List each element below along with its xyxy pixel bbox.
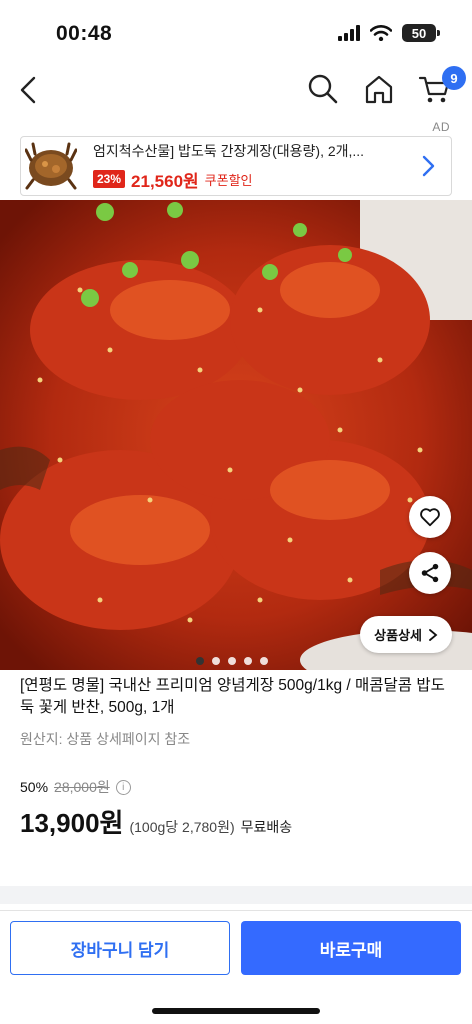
status-time: 00:48 [56,22,113,45]
wifi-icon [370,25,392,41]
carousel-dot [260,657,268,665]
price-meta: 50% 28,000원 i [20,777,456,797]
carousel-dot [212,657,220,665]
original-price: 28,000원 [54,779,110,795]
carousel-dot [228,657,236,665]
status-bar: 00:48 50 [0,0,472,64]
ad-discount-badge: 23% [93,170,126,188]
product-detail-label: 상품상세 [374,628,422,643]
wishlist-button[interactable] [409,496,451,538]
product-image [0,200,472,670]
home-icon[interactable] [362,72,396,106]
chevron-right-icon [422,155,435,177]
product-info: [연평도 명물] 국내산 프리미엄 양념게장 500g/1kg / 매콤달콤 밥… [20,675,456,840]
signal-icon [338,25,360,41]
product-detail-button[interactable]: 상품상세 [360,616,452,653]
ad-coupon-label: 쿠폰할인 [204,172,253,188]
battery-icon: 50 [402,24,440,42]
ad-product-image [25,142,77,190]
add-to-cart-button[interactable]: 장바구니 담기 [10,921,230,975]
home-indicator [152,1008,320,1014]
ad-banner[interactable]: 엄지척수산물] 밥도둑 간장게장(대용량), 2개,... 23% 21,560… [20,136,452,196]
product-image-carousel[interactable]: 상품상세 [0,200,472,670]
cart-button[interactable]: 9 [418,66,466,106]
price-row: 13,900원 (100g당 2,780원) 무료배송 [20,803,456,840]
share-icon [421,563,439,583]
share-button[interactable] [409,552,451,594]
info-icon[interactable]: i [115,779,131,795]
bottom-action-bar: 장바구니 담기 바로구매 [0,910,472,1024]
cart-count-badge: 9 [442,66,466,90]
search-icon[interactable] [306,72,340,106]
product-title: [연평도 명물] 국내산 프리미엄 양념게장 500g/1kg / 매콤달콤 밥… [20,677,445,716]
discount-rate: 50% [20,779,49,795]
ad-label: AD [432,120,450,134]
chevron-right-icon [429,628,438,641]
unit-price: (100g당 2,780원) [129,819,235,835]
top-nav: 9 [0,64,472,120]
back-arrow-icon[interactable] [14,74,46,106]
ad-price: 21,560원 [131,171,199,191]
status-icons: 50 [338,24,440,42]
ad-title: 엄지척수산물] 밥도둑 간장게장(대용량), 2개,... [93,142,365,159]
carousel-dot [244,657,252,665]
buy-now-button[interactable]: 바로구매 [241,921,461,975]
heart-icon [420,508,440,527]
section-divider [0,886,472,904]
shipping-info: 무료배송 [240,819,293,835]
carousel-dot [196,657,204,665]
product-origin: 원산지: 상품 상세페이지 참조 [20,731,191,747]
sale-price: 13,900원 [20,808,124,838]
carousel-indicator [196,657,268,665]
